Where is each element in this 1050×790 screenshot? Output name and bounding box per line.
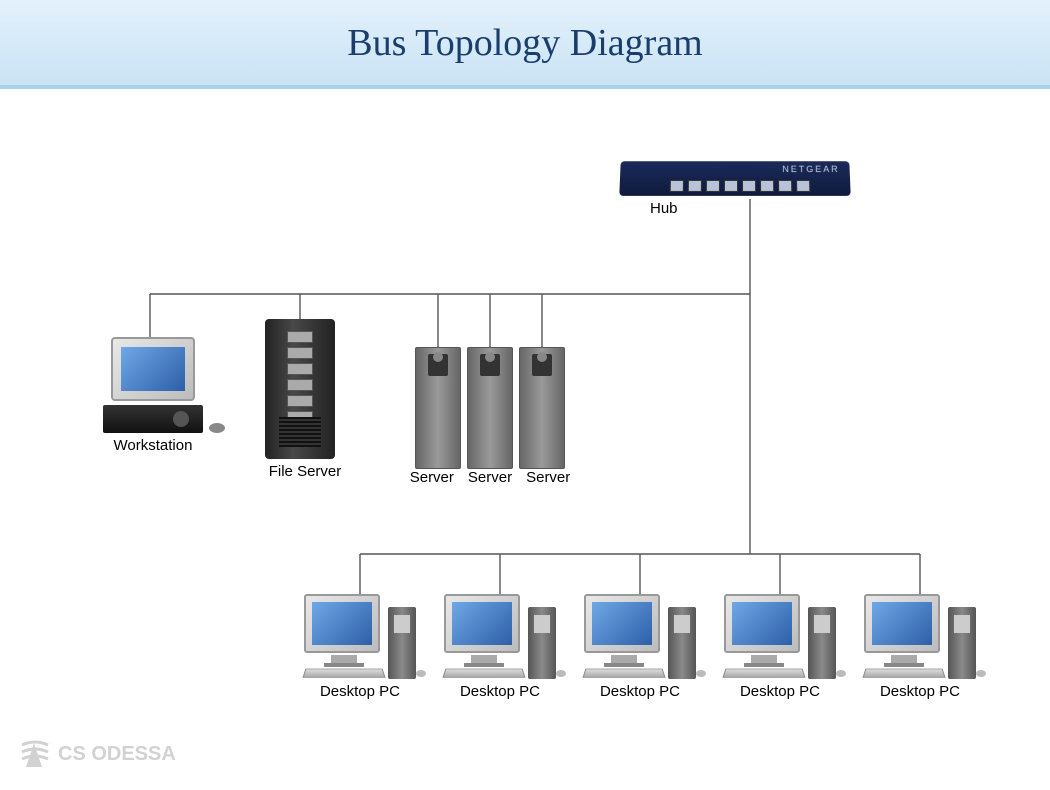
desktop-pc-node: Desktop PC	[720, 594, 840, 700]
hub-brand: NETGEAR	[782, 164, 840, 174]
diagram-canvas: NETGEAR Hub Workstation File Server Serv…	[0, 89, 1050, 789]
server-label: Server	[410, 469, 454, 486]
file-server-icon	[265, 319, 335, 459]
hub-label: Hub	[650, 200, 850, 217]
desktop-pc-label: Desktop PC	[300, 683, 420, 700]
hub-icon: NETGEAR	[619, 161, 850, 196]
file-server-label: File Server	[265, 463, 345, 480]
desktop-pc-icon	[860, 594, 980, 679]
desktop-pc-node: Desktop PC	[300, 594, 420, 700]
workstation-node: Workstation	[98, 337, 208, 454]
desktop-pc-icon	[440, 594, 560, 679]
server-group-node: Server Server Server	[410, 347, 570, 486]
file-server-node: File Server	[265, 319, 345, 480]
server-icon	[519, 347, 565, 469]
server-label: Server	[468, 469, 512, 486]
server-icon	[415, 347, 461, 469]
desktop-pc-node: Desktop PC	[860, 594, 980, 700]
diagram-title: Bus Topology Diagram	[347, 21, 703, 65]
server-label: Server	[526, 469, 570, 486]
watermark-text: CS ODESSA	[58, 743, 176, 766]
watermark-icon	[18, 737, 52, 771]
desktop-pc-label: Desktop PC	[440, 683, 560, 700]
desktop-pc-label: Desktop PC	[860, 683, 980, 700]
diagram-header: Bus Topology Diagram	[0, 0, 1050, 89]
workstation-label: Workstation	[98, 437, 208, 454]
server-group-icon	[410, 347, 570, 469]
desktop-pc-label: Desktop PC	[580, 683, 700, 700]
hub-node: NETGEAR Hub	[620, 161, 850, 217]
watermark: CS ODESSA	[18, 737, 176, 771]
workstation-icon	[98, 337, 208, 433]
desktop-pc-label: Desktop PC	[720, 683, 840, 700]
server-icon	[467, 347, 513, 469]
desktop-pc-icon	[720, 594, 840, 679]
desktop-pc-node: Desktop PC	[580, 594, 700, 700]
desktop-pc-icon	[300, 594, 420, 679]
desktop-pc-icon	[580, 594, 700, 679]
desktop-pc-node: Desktop PC	[440, 594, 560, 700]
